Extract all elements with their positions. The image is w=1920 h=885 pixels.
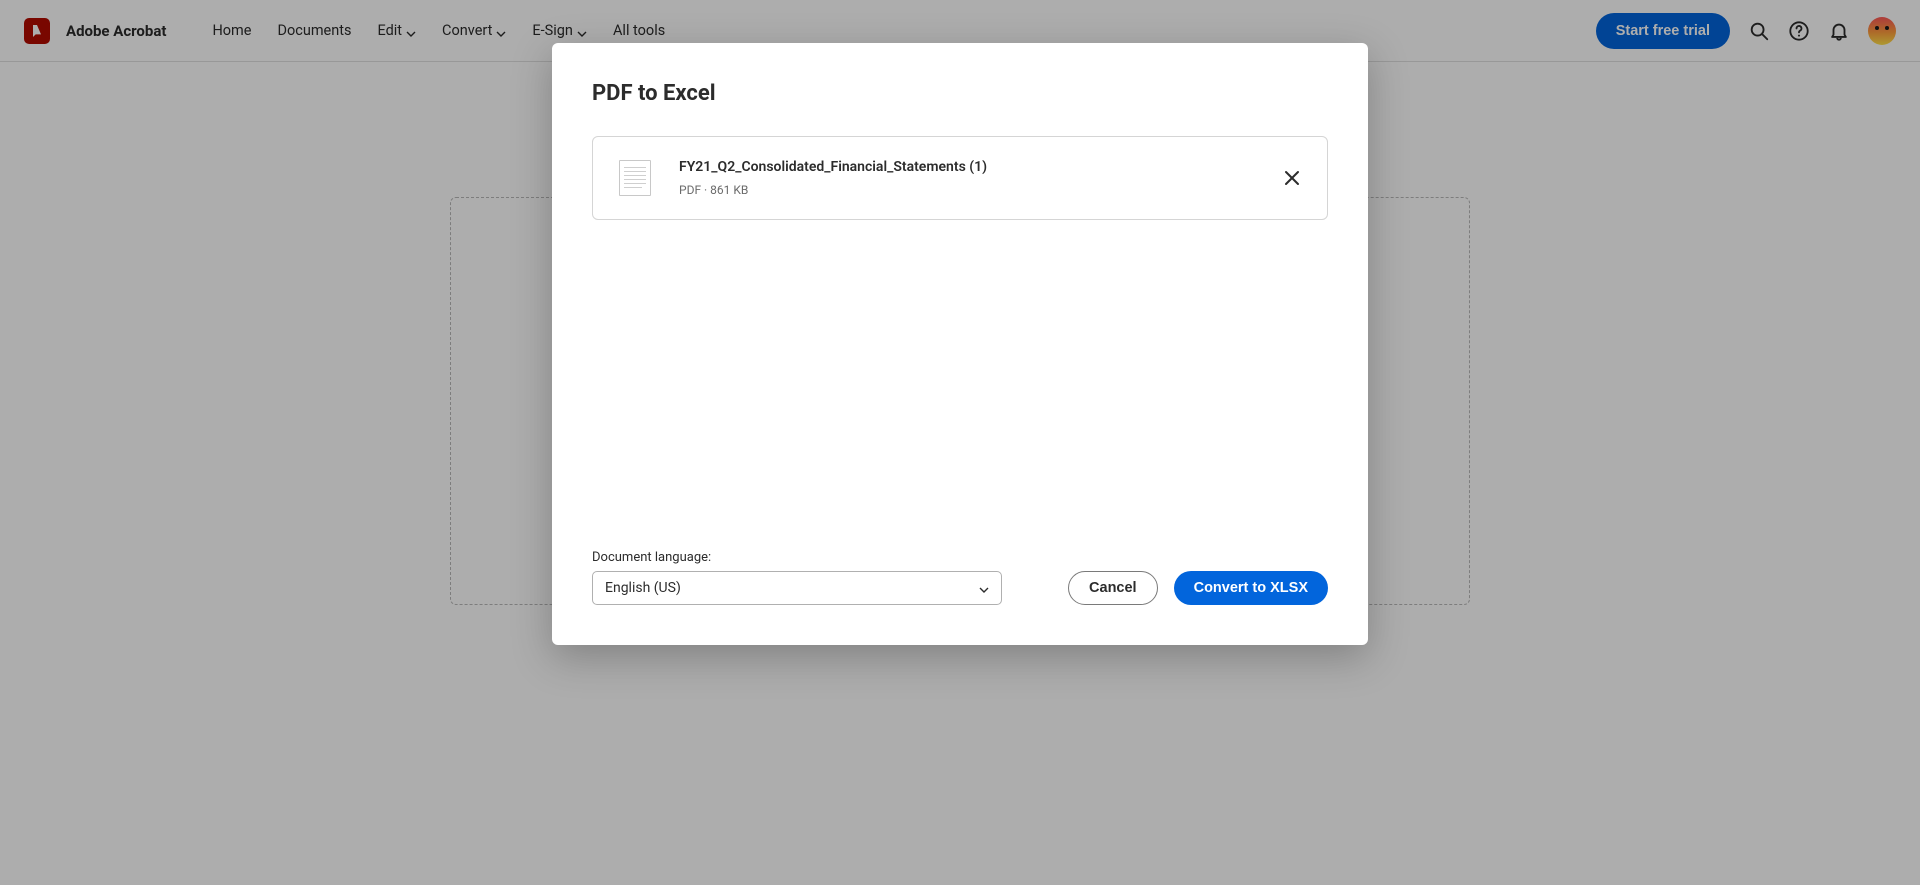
language-label: Document language: [592,550,1002,565]
language-block: Document language: English (US) [592,550,1002,605]
language-select[interactable]: English (US) [592,571,1002,605]
file-separator: · [701,183,710,197]
language-selected-value: English (US) [605,580,681,596]
convert-to-xlsx-button[interactable]: Convert to XLSX [1174,571,1328,605]
pdf-to-excel-modal: PDF to Excel FY21_Q2_Consolidated_Financ… [552,43,1368,645]
modal-footer-actions: Cancel Convert to XLSX [1068,571,1328,605]
file-metadata: FY21_Q2_Consolidated_Financial_Statement… [679,159,1283,197]
file-type: PDF [679,183,701,197]
modal-title: PDF to Excel [592,81,1328,106]
modal-footer: Document language: English (US) Cancel C… [592,550,1328,605]
chevron-down-icon [979,583,989,593]
file-subtitle: PDF · 861 KB [679,183,1283,197]
modal-spacer [592,220,1328,550]
file-name: FY21_Q2_Consolidated_Financial_Statement… [679,159,1283,175]
selected-file-card: FY21_Q2_Consolidated_Financial_Statement… [592,136,1328,220]
cancel-button[interactable]: Cancel [1068,571,1158,605]
file-size: 861 KB [710,183,748,197]
remove-file-button[interactable] [1283,169,1301,187]
file-thumbnail-icon [619,160,651,196]
